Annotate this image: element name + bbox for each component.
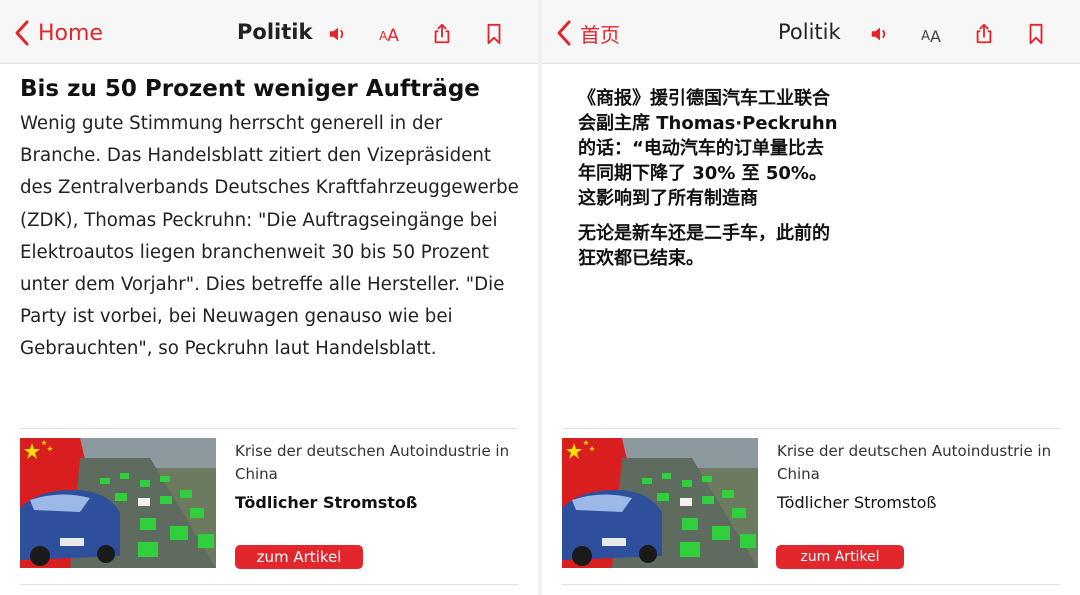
teaser-title[interactable]: Tödlicher Stromstoß <box>777 493 1057 512</box>
article-pane-german: Home Politik AA Bis zu 50 Prozent wenige… <box>0 0 538 595</box>
teaser-title[interactable]: Tödlicher Stromstoß <box>235 493 515 512</box>
text-size-large-a: A <box>387 26 399 46</box>
divider-top <box>562 428 1060 429</box>
chevron-left-icon <box>557 20 571 46</box>
teaser-thumbnail <box>562 438 758 568</box>
text-size-button[interactable]: AA <box>374 24 404 48</box>
text-size-large-a: A <box>929 26 941 46</box>
speaker-icon[interactable] <box>326 22 350 46</box>
teaser-info: Krise der deutschen Autoindustrie in Chi… <box>777 440 1057 512</box>
divider-bottom <box>20 584 518 585</box>
nav-bar: 首页 Politik AA <box>542 0 1080 64</box>
nav-bar: Home Politik AA <box>0 0 538 64</box>
back-label: Home <box>38 20 103 46</box>
text-size-button[interactable]: AA <box>916 24 946 48</box>
article-headline: Bis zu 50 Prozent weniger Aufträge <box>20 76 480 102</box>
back-label: 首页 <box>580 22 620 47</box>
translated-article-text: 《商报》援引德国汽车工业联合会副主席 Thomas·Peckruhn 的话：“电… <box>578 86 838 271</box>
back-button[interactable]: Home <box>12 16 103 50</box>
to-article-button[interactable]: zum Artikel <box>235 545 363 569</box>
bookmark-icon[interactable] <box>1024 22 1048 46</box>
section-title: Politik <box>778 20 841 44</box>
back-button[interactable]: 首页 <box>554 16 620 50</box>
divider-top <box>20 428 518 429</box>
text-size-small-a: A <box>379 29 388 43</box>
share-icon[interactable] <box>972 22 996 46</box>
to-article-button[interactable]: zum Artikel <box>776 545 904 569</box>
ev-traffic-image <box>562 438 758 568</box>
ev-traffic-image <box>20 438 216 568</box>
chevron-left-icon <box>15 20 29 46</box>
related-article-teaser[interactable]: Krise der deutschen Autoindustrie in Chi… <box>20 438 518 569</box>
teaser-kicker: Krise der deutschen Autoindustrie in Chi… <box>235 442 510 483</box>
article-body: Wenig gute Stimmung herrscht generell in… <box>20 113 519 360</box>
article-content: Bis zu 50 Prozent weniger Aufträge Wenig… <box>20 74 520 366</box>
bookmark-icon[interactable] <box>482 22 506 46</box>
section-title: Politik <box>237 20 313 44</box>
teaser-thumbnail <box>20 438 216 568</box>
teaser-kicker: Krise der deutschen Autoindustrie in Chi… <box>777 442 1052 483</box>
article-pane-chinese: 首页 Politik AA 《商报》援引德国汽车工业联合会副主席 Thomas·… <box>542 0 1080 595</box>
divider-bottom <box>562 584 1060 585</box>
translated-paragraph-1: 《商报》援引德国汽车工业联合会副主席 Thomas·Peckruhn 的话：“电… <box>578 88 838 209</box>
text-size-small-a: A <box>921 28 930 44</box>
share-icon[interactable] <box>430 22 454 46</box>
teaser-info: Krise der deutschen Autoindustrie in Chi… <box>235 440 515 512</box>
translated-paragraph-2: 无论是新车还是二手车，此前的狂欢都已结束。 <box>578 223 830 269</box>
speaker-icon[interactable] <box>868 22 892 46</box>
related-article-teaser[interactable]: Krise der deutschen Autoindustrie in Chi… <box>562 438 1060 569</box>
